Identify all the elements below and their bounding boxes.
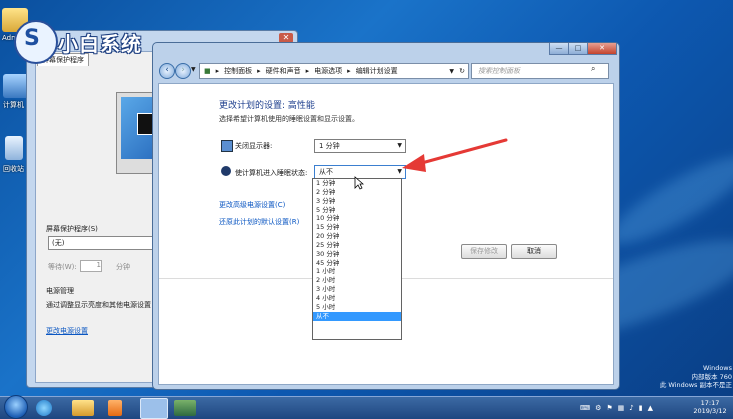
change-power-settings-link[interactable]: 更改电源设置 [46,326,88,336]
dropdown-option[interactable]: 5 小时 [313,303,401,312]
dropdown-option[interactable]: 1 小时 [313,267,401,276]
sleep-dropdown-list: 1 分钟 2 分钟 3 分钟 5 分钟 10 分钟 15 分钟 20 分钟 25 分钟 30 分… [312,178,402,340]
power-heading: 电源管理 [46,287,74,295]
breadcrumb-item[interactable]: 控制面板 [224,66,252,76]
refresh-icon[interactable]: ↻ [459,67,465,75]
wait-unit: 分钟 [116,263,130,271]
breadcrumb-item[interactable]: 电源选项 [314,66,342,76]
dropdown-option[interactable]: 20 分钟 [313,232,401,241]
watermark-line: Windows [702,364,732,372]
logo-mark-icon: S [24,26,40,51]
clock[interactable]: 17:17 2019/3/12 [688,399,732,415]
search-icon[interactable]: ⌕ [591,64,595,74]
dropdown-option[interactable]: 10 分钟 [313,214,401,223]
tray-icon[interactable]: ⚙ [595,404,601,412]
logo-text: 小白系统 [58,32,142,56]
dropdown-option[interactable]: 25 分钟 [313,241,401,250]
dropdown-option[interactable]: 3 分钟 [313,197,401,206]
recycle-bin-icon[interactable] [5,136,23,160]
address-dropdown-icon[interactable]: ▼ [449,68,454,75]
moon-icon [221,166,231,176]
annotation-arrow-icon [402,138,508,172]
maximize-button[interactable]: □ [568,43,588,55]
ie-icon[interactable] [36,400,52,416]
mouse-cursor-icon [354,176,364,190]
address-bar-row: ‹ › ▼ ■ ▸ 控制面板 ▸ 硬件和声音 ▸ 电源选项 ▸ 编辑计划设置 ▼… [153,59,619,81]
dropdown-option[interactable]: 3 小时 [313,285,401,294]
breadcrumb-item[interactable]: 硬件和声音 [266,66,301,76]
close-button[interactable]: ✕ [587,43,617,55]
desktop-label-computer: 计算机 [3,101,24,109]
page-description: 选择希望计算机使用的睡眠设置和显示设置。 [219,115,359,123]
breadcrumb-sep-icon: ▸ [305,67,310,75]
media-player-icon[interactable] [108,400,122,416]
wait-input[interactable]: 1 [80,260,102,272]
tray-expand-icon[interactable]: ▲ [648,404,653,412]
system-tray: ⌨ ⚙ ⚑ ▦ ♪ ▮ ▲ [580,401,653,415]
display-off-label: 关闭显示器: [235,142,273,150]
breadcrumb-sep-icon: ▸ [215,67,220,75]
display-settings-taskbar-icon[interactable] [174,400,196,416]
dropdown-option[interactable]: 从不 [313,311,401,321]
page-title: 更改计划的设置: 高性能 [219,101,315,111]
monitor-icon [221,140,233,152]
dropdown-option[interactable]: 30 分钟 [313,250,401,259]
dropdown-option[interactable]: 15 分钟 [313,223,401,232]
control-panel-taskbar-icon[interactable] [140,398,168,419]
start-button[interactable] [4,395,28,419]
back-button[interactable]: ‹ [159,63,175,79]
breadcrumb-sep-icon: ▸ [257,67,261,75]
display-off-select[interactable]: 1 分钟 ▼ [314,139,406,153]
save-changes-button[interactable]: 保存修改 [461,244,507,259]
forward-button[interactable]: › [175,63,191,79]
sleep-value: 从不 [319,168,333,176]
recent-pages-chevron-icon[interactable]: ▼ [191,66,196,73]
dropdown-option[interactable]: 4 小时 [313,294,401,303]
clock-date: 2019/3/12 [693,407,727,415]
restore-defaults-link[interactable]: 还原此计划的默认设置(R) [219,217,299,227]
address-bar[interactable]: ■ ▸ 控制面板 ▸ 硬件和声音 ▸ 电源选项 ▸ 编辑计划设置 ▼ ↻ [199,63,469,79]
display-off-value: 1 分钟 [319,142,340,150]
dropdown-option[interactable]: 2 小时 [313,276,401,285]
power-icon[interactable]: ▮ [639,404,643,412]
wait-label: 等待(W): [48,263,77,271]
breadcrumb-item[interactable]: 编辑计划设置 [356,66,398,76]
breadcrumb-sep-icon: ▸ [347,67,351,75]
cancel-button[interactable]: 取消 [511,244,557,259]
advanced-power-settings-link[interactable]: 更改高级电源设置(C) [219,200,285,210]
power-description: 通过调整显示亮度和其他电源设置 [46,301,151,309]
search-input[interactable]: 搜索控制面板 [471,63,609,79]
flag-icon[interactable]: ⚑ [606,404,612,412]
volume-icon[interactable]: ♪ [629,404,633,412]
keyboard-icon[interactable]: ⌨ [580,404,590,412]
network-icon[interactable]: ▦ [618,404,625,412]
watermark-line: 此 Windows 副本不是正 [659,381,732,389]
explorer-folder-icon[interactable] [72,400,94,416]
screensaver-select[interactable]: (无) [48,236,163,250]
desktop-label-recycle: 回收站 [3,165,24,173]
watermark-line: 内部版本 760 [691,372,732,381]
sleep-label: 使计算机进入睡眠状态: [235,169,308,177]
control-panel-icon: ■ [204,67,211,75]
screensaver-label: 屏幕保护程序(S) [46,225,98,233]
minimize-button[interactable]: — [549,43,569,55]
taskbar: ⌨ ⚙ ⚑ ▦ ♪ ▮ ▲ 17:17 2019/3/12 [0,395,733,419]
clock-time: 17:17 [700,399,720,407]
activation-watermark: Windows 内部版本 760 此 Windows 副本不是正 [640,364,732,390]
